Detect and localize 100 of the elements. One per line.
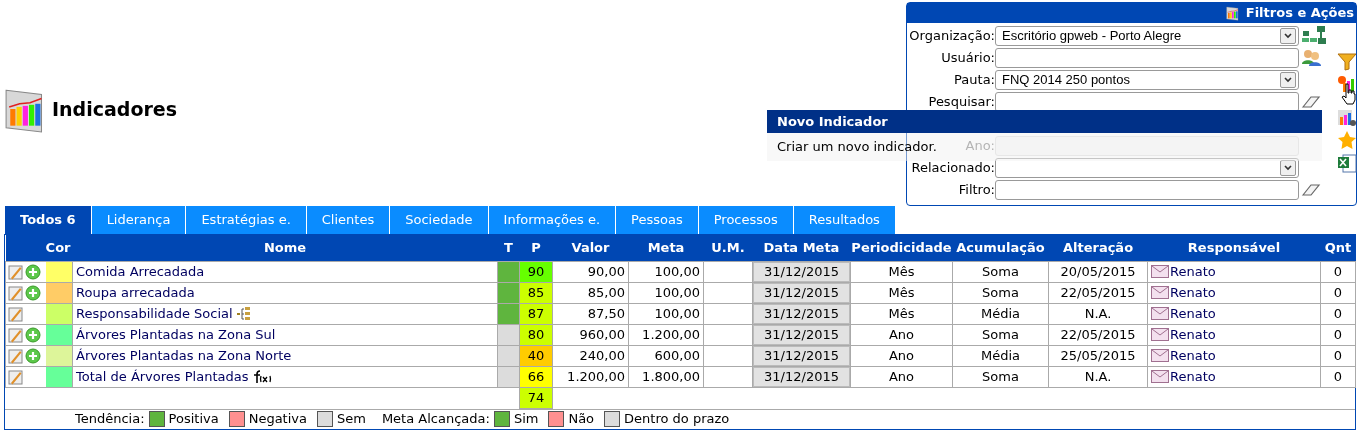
field-label: Pesquisar: [927, 93, 995, 112]
table-cell: N.A. [1048, 366, 1148, 387]
date-button[interactable]: 31/12/2015 [753, 261, 850, 282]
column-header[interactable]: Periodicidade [850, 235, 953, 261]
column-header[interactable]: Alteração [1048, 235, 1148, 261]
column-header[interactable]: Qnt [1320, 235, 1356, 261]
tab[interactable]: Todos 6 [5, 206, 91, 234]
table-cell: 0 [1320, 282, 1356, 303]
table-cell: 240,00 [552, 345, 629, 366]
add-icon[interactable] [25, 263, 41, 280]
table-cell: N.A. [1048, 303, 1148, 324]
table-cell: 100,00 [628, 282, 704, 303]
column-header[interactable]: Meta [628, 235, 704, 261]
table-cell: 85,00 [552, 282, 629, 303]
table-cell: 0 [1320, 324, 1356, 345]
table-cell: Mês [850, 282, 953, 303]
select-field[interactable]: Escritório gpweb - Porto Alegre [995, 26, 1299, 46]
envelope-icon[interactable] [1151, 328, 1169, 341]
table-cell: 100,00 [628, 303, 704, 324]
table-cell: 1.800,00 [628, 366, 704, 387]
edit-icon[interactable] [8, 263, 24, 280]
column-header[interactable]: Acumulação [952, 235, 1049, 261]
table-cell: 1.200,00 [552, 366, 629, 387]
org-chart-icon[interactable] [1301, 26, 1327, 46]
hand-cursor-icon [1341, 83, 1357, 105]
table-cell: Soma [952, 261, 1049, 282]
column-header[interactable]: Data Meta [752, 235, 851, 261]
table-cell: 25/05/2015 [1048, 345, 1148, 366]
table-cell: 22/05/2015 [1048, 324, 1148, 345]
legend-label: Meta Alcançada: [381, 410, 490, 429]
eraser-icon[interactable] [1301, 183, 1321, 197]
field-label: Relacionado: [910, 159, 995, 178]
legend-text: Não [568, 410, 595, 429]
edit-icon[interactable] [8, 326, 24, 343]
table-cell: 0 [1320, 345, 1356, 366]
table-cell: Soma [952, 366, 1049, 387]
field-label: Pauta: [953, 71, 995, 90]
envelope-icon[interactable] [1151, 307, 1169, 320]
input-field[interactable] [995, 92, 1299, 112]
star-icon[interactable] [1337, 131, 1357, 149]
legend-text: Sem [337, 410, 366, 429]
column-header[interactable]: P [519, 235, 553, 261]
table-cell: 0 [1320, 366, 1356, 387]
column-header[interactable]: T [497, 235, 520, 261]
column-header[interactable]: Valor [552, 235, 629, 261]
table-cell: 960,00 [552, 324, 629, 345]
table-cell: 22/05/2015 [1048, 282, 1148, 303]
table-cell: Média [952, 345, 1049, 366]
users-icon[interactable] [1301, 49, 1323, 67]
envelope-icon[interactable] [1151, 265, 1169, 278]
formula-icon[interactable] [252, 369, 273, 384]
column-header[interactable]: Nome [72, 235, 498, 261]
edit-icon[interactable] [8, 368, 24, 385]
table-cell: Mês [850, 261, 953, 282]
panel-title: Filtros e Ações [1245, 4, 1354, 23]
table-cell: 0 [1320, 261, 1356, 282]
chart-settings-icon[interactable] [1337, 109, 1357, 127]
table-cell: Ano [850, 345, 953, 366]
funnel-icon[interactable] [1337, 53, 1357, 71]
table-cell: Mês [850, 303, 953, 324]
add-icon[interactable] [25, 326, 41, 343]
input-field[interactable] [995, 180, 1299, 200]
date-button[interactable]: 31/12/2015 [753, 366, 850, 387]
score-cell: 66 [520, 366, 552, 387]
date-button[interactable]: 31/12/2015 [753, 324, 850, 345]
date-button[interactable]: 31/12/2015 [753, 282, 850, 303]
column-header[interactable]: Cor [5, 235, 73, 261]
score-cell: 85 [520, 282, 552, 303]
page-title: Indicadores [52, 96, 177, 122]
edit-icon[interactable] [8, 305, 24, 322]
table-cell: 600,00 [628, 345, 704, 366]
envelope-icon[interactable] [1151, 349, 1169, 362]
date-button[interactable]: 31/12/2015 [753, 303, 850, 324]
edit-icon[interactable] [8, 284, 24, 301]
spreadsheet-icon[interactable] [1337, 153, 1357, 173]
score-cell: 40 [520, 345, 552, 366]
table-cell: Ano [850, 366, 953, 387]
envelope-icon[interactable] [1151, 370, 1169, 383]
table-cell: Soma [952, 282, 1049, 303]
add-icon[interactable] [25, 347, 41, 364]
table-cell: Ano [850, 324, 953, 345]
add-icon[interactable] [25, 284, 41, 301]
table-cell: 0 [1320, 303, 1356, 324]
score-cell: 80 [520, 324, 552, 345]
column-header[interactable]: U.M. [703, 235, 753, 261]
edit-icon[interactable] [8, 347, 24, 364]
field-label: Usuário: [940, 49, 995, 68]
select-field[interactable]: FNQ 2014 250 pontos [995, 70, 1299, 90]
column-header[interactable]: Responsável [1147, 235, 1321, 261]
select-field[interactable] [995, 158, 1299, 178]
envelope-icon[interactable] [1151, 286, 1169, 299]
legend-label: Tendência: [75, 410, 145, 429]
hierarchy-icon[interactable] [236, 306, 251, 321]
input-field[interactable] [995, 48, 1299, 68]
score-cell: 90 [520, 261, 552, 282]
table-cell: Média [952, 303, 1049, 324]
bar-chart-icon [1225, 5, 1242, 21]
total-score-cell: 74 [520, 387, 552, 408]
date-button[interactable]: 31/12/2015 [753, 345, 850, 366]
table-cell: 87,50 [552, 303, 629, 324]
